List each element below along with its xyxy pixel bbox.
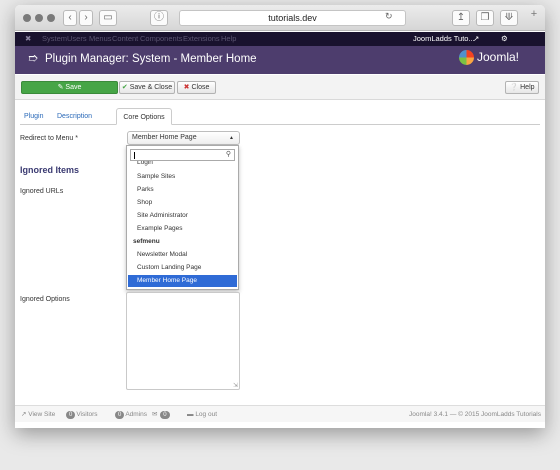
user-menu[interactable]: JoomLadds Tuto... [413,32,475,46]
tab-core-options[interactable]: Core Options [116,108,172,125]
joomla-menu-icon[interactable]: ✖ [25,32,31,46]
tab-description[interactable]: Description [57,108,92,125]
tab-bar: Plugin Description Core Options [20,105,540,125]
option-member-home-page[interactable]: Member Home Page [128,275,237,287]
browser-window: ‹ › ▭ ⓘ tutorials.dev ↻ ↥ ❐ ⟱ + ✖ System… [15,5,545,428]
close-button[interactable]: ✖ Close [177,81,216,94]
close-window-icon[interactable] [23,14,31,22]
redirect-value: Member Home Page [132,134,197,141]
share-icon[interactable]: ↥ [452,10,470,26]
privacy-icon[interactable]: ⓘ [150,10,168,26]
joomla-logo-text: Joomla! [477,50,520,64]
view-site-link[interactable]: ↗ View Site [21,406,55,423]
section-title: Ignored Items [20,165,80,175]
version-text: Joomla! 3.4.1 — © 2015 JoomLadds Tutoria… [409,411,541,418]
page-header: ➱ Plugin Manager: System - Member Home J… [15,46,545,74]
visitors-status: 0 Visitors [65,406,98,423]
url-text: tutorials.dev [268,13,317,23]
external-link-icon: ↗ [473,34,480,43]
help-button[interactable]: ❔ Help [505,81,539,94]
option-sample-sites[interactable]: Sample Sites [128,171,237,183]
new-tab-icon[interactable]: + [525,8,543,28]
question-icon: ❔ [509,84,521,91]
visitors-badge: 0 [66,411,76,419]
toolbar: ✎ Save ✔ Save & Close ✖ Close ❔ Help [15,75,545,100]
resize-handle-icon[interactable]: ⇲ [233,382,238,389]
browser-titlebar: ‹ › ▭ ⓘ tutorials.dev ↻ ↥ ❐ ⟱ + [15,5,545,31]
envelope-icon: ✉ [152,411,160,418]
admins-status: 0 Admins [114,406,147,423]
caret-up-icon: ▲ [229,135,234,141]
option-newsletter-modal[interactable]: Newsletter Modal [128,249,237,261]
ignored-options-textarea[interactable]: ⇲ [126,292,240,390]
gear-icon[interactable]: ⚙ [501,32,508,46]
option-shop[interactable]: Shop [128,197,237,209]
sidebar-icon[interactable]: ▭ [99,10,117,26]
plug-icon: ➱ [28,51,39,65]
logout-link[interactable]: ▬ Log out [187,406,217,423]
messages-status[interactable]: ✉ 0 [152,406,171,423]
joomla-admin-menu: ✖ System Users Menus Content Components … [15,32,545,46]
text-cursor [134,152,135,159]
address-bar[interactable]: tutorials.dev [179,10,406,26]
option-login[interactable]: Login [128,161,237,168]
ignored-urls-label: Ignored URLs [20,188,64,195]
menu-help[interactable]: Help [221,32,236,46]
status-bar: ↗ View Site 0 Visitors 0 Admins ✉ 0 ▬ Log … [15,405,545,422]
save-close-button[interactable]: ✔ Save & Close [119,81,175,94]
tab-plugin[interactable]: Plugin [24,108,43,125]
menu-users[interactable]: Users [67,32,87,46]
dropdown-search-input[interactable]: ⚲ [130,149,235,161]
tabs-icon[interactable]: ❐ [476,10,494,26]
ignored-options-label: Ignored Options [20,296,70,303]
redirect-select[interactable]: Member Home Page ▲ [127,131,240,145]
page-title: Plugin Manager: System - Member Home [45,53,257,65]
menu-system[interactable]: System [42,32,67,46]
save-button[interactable]: ✎ Save [21,81,118,94]
option-parks[interactable]: Parks [128,184,237,196]
messages-badge: 0 [160,411,170,419]
back-button[interactable]: ‹ [63,10,77,26]
menu-extensions[interactable]: Extensions [183,32,220,46]
option-site-administrator[interactable]: Site Administrator [128,210,237,222]
minimize-window-icon[interactable] [35,14,43,22]
check-icon: ✔ [121,84,130,91]
redirect-label: Redirect to Menu * [20,135,78,142]
menu-content[interactable]: Content [112,32,138,46]
joomla-logo-icon [459,50,474,65]
forward-button[interactable]: › [79,10,93,26]
option-group-sefmenu: sefmenu [133,238,160,245]
dropdown-menu: ⚲ Login Sample Sites Parks Shop Site Adm… [126,145,239,290]
option-custom-landing-page[interactable]: Custom Landing Page [128,262,237,274]
admins-badge: 0 [115,411,125,419]
reload-icon[interactable]: ↻ [385,11,393,22]
zoom-window-icon[interactable] [47,14,55,22]
search-icon: ⚲ [225,151,231,158]
option-example-pages[interactable]: Example Pages [128,223,237,235]
menu-menus[interactable]: Menus [89,32,112,46]
download-icon[interactable]: ⟱ [500,10,518,26]
menu-components[interactable]: Components [140,32,183,46]
